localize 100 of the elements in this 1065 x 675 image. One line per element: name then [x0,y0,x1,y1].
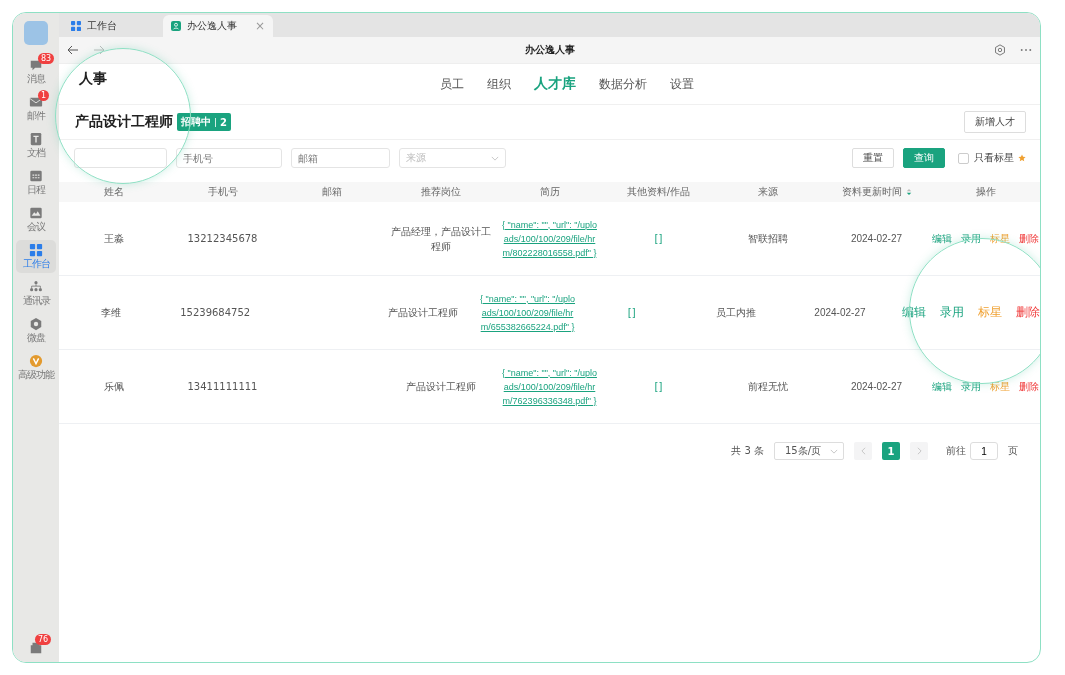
unread-badge: 76 [35,634,52,645]
row-action-link[interactable]: 删除 [1019,379,1039,394]
job-title: 产品设计工程师 [75,113,173,131]
unread-badge: 83 [38,53,55,64]
sidebar-item[interactable]: 工作台 [16,240,56,273]
sidebar-item[interactable]: 高级功能 [16,351,56,384]
search-button[interactable]: 查询 [903,148,945,168]
table-cell-text: 产品经理，产品设计工程师 [390,224,491,254]
nav-tab[interactable]: 数据分析 [599,75,647,93]
forward-arrow-icon[interactable] [93,44,105,56]
row-action-link[interactable]: 标星 [978,304,1002,321]
close-icon[interactable]: × [254,19,265,33]
attachments-link[interactable]: [] [627,307,636,318]
row-action-link[interactable]: 编辑 [902,304,926,321]
chevron-left-icon [860,447,866,455]
previous-page-button[interactable] [854,442,872,460]
row-action-link[interactable]: 删除 [1019,231,1039,246]
chevron-down-icon [491,155,499,161]
shop-icon[interactable] [29,640,43,654]
settings-icon[interactable] [994,44,1006,56]
app-title: 人事 [79,70,107,88]
resume-link[interactable]: { "name": "", "url": "/uploads/100/100/209/file/hrm/762396336348.pdf" } [501,365,598,408]
resume-link[interactable]: { "name": "", "url": "/uploads/100/100/209/file/hrm/655382665224.pdf" } [479,291,576,334]
sidebar-item[interactable]: 日程 [16,166,56,199]
table-cell: 13212345678 [187,233,258,244]
resume-link[interactable]: { "name": "", "url": "/uploads/100/100/209/file/hrm/802228016558.pdf" } [501,217,598,260]
sidebar-item[interactable]: 1 邮件 [16,92,56,125]
star-only-label: 只看标星 [974,151,1014,165]
row-action-link[interactable]: 编辑 [932,231,952,246]
attachments-link[interactable]: [] [654,381,663,392]
table-cell: 智联招聘 [747,231,788,246]
more-icon[interactable] [1020,48,1032,52]
page-button[interactable]: 1 [882,442,900,460]
add-talent-button[interactable]: 新增人才 [964,111,1026,133]
column-header: 邮箱 [321,185,342,199]
row-action-link[interactable]: 删除 [1016,304,1040,321]
sidebar-item[interactable]: 文档 [16,129,56,162]
calendar-icon [29,169,43,183]
star-icon [1018,154,1026,162]
page-input[interactable]: 1 [970,442,998,460]
column-header: 资料更新时间 [841,185,902,199]
checkbox[interactable] [958,152,969,164]
chat-bubble-icon [29,58,43,72]
column-header: 其他资料/作品 [626,185,691,199]
table-cell: 13411111111 [187,381,258,392]
table-cell: 员工内推 [715,305,756,320]
column-header: 推荐岗位 [420,185,461,199]
org-chart-icon [29,280,43,294]
reset-button[interactable]: 重置 [852,148,894,168]
table-cell: 乐佩 [103,379,124,394]
sidebar-item[interactable]: 微盘 [16,314,56,347]
avatar-photo-placeholder[interactable] [24,21,48,45]
sort-icon[interactable] [905,188,912,196]
column-header: 操作 [975,185,996,199]
table-cell: 2024-02-27 [850,233,903,244]
table-cell: 王淼 [103,231,124,246]
nav-tab[interactable]: 组织 [487,75,511,93]
sidebar-item[interactable]: 通讯录 [16,277,56,310]
column-header: 来源 [757,185,778,199]
column-header: 手机号 [207,185,238,199]
row-action-link[interactable]: 编辑 [932,379,952,394]
chevron-down-icon [830,448,838,454]
document-icon [29,132,43,146]
row-action-link[interactable]: 录用 [961,231,981,246]
window-title: 办公逸人事 [523,43,576,57]
person-icon [171,21,181,31]
chevron-right-icon [916,447,922,455]
grid-icon [71,21,81,31]
page-size-select[interactable]: 15条/页 [774,442,844,460]
table-cell-text: 产品设计工程师 [387,306,460,320]
browser-tab[interactable]: 办公逸人事 × [163,15,273,37]
browser-tab[interactable]: 工作台 [63,15,163,37]
unread-badge: 1 [38,90,50,101]
row-action-link[interactable]: 录用 [940,304,964,321]
table-cell: 2024-02-27 [850,381,903,392]
goto-label: 前往 [946,444,966,458]
attachments-link[interactable]: [] [654,233,663,244]
table-cell: 2024-02-27 [814,307,866,318]
table-cell: 前程无忧 [747,379,788,394]
row-action-link[interactable]: 标星 [990,231,1010,246]
back-arrow-icon[interactable] [67,44,79,56]
nav-tab[interactable]: 员工 [440,75,464,93]
sidebar-item[interactable]: 会议 [16,203,56,236]
grid-icon [29,243,43,257]
nav-tab[interactable]: 设置 [670,75,694,93]
table-cell: 15239684752 [180,307,251,318]
next-page-button[interactable] [910,442,928,460]
row-action-link[interactable]: 录用 [961,379,981,394]
row-action-link[interactable]: 标星 [990,379,1010,394]
image-icon [29,206,43,220]
input-field[interactable]: 邮箱 [291,148,390,168]
column-header: 简历 [539,185,560,199]
input-field[interactable]: 手机号 [176,148,282,168]
input-field[interactable] [74,148,167,168]
table-cell: 李维 [101,305,122,320]
sidebar-item[interactable]: 83 消息 [16,55,56,88]
status-badge: 招聘中 2 [177,113,231,131]
nav-tab[interactable]: 人才库 [534,75,576,93]
page-unit-label: 页 [1008,444,1018,458]
column-header: 姓名 [103,185,124,199]
